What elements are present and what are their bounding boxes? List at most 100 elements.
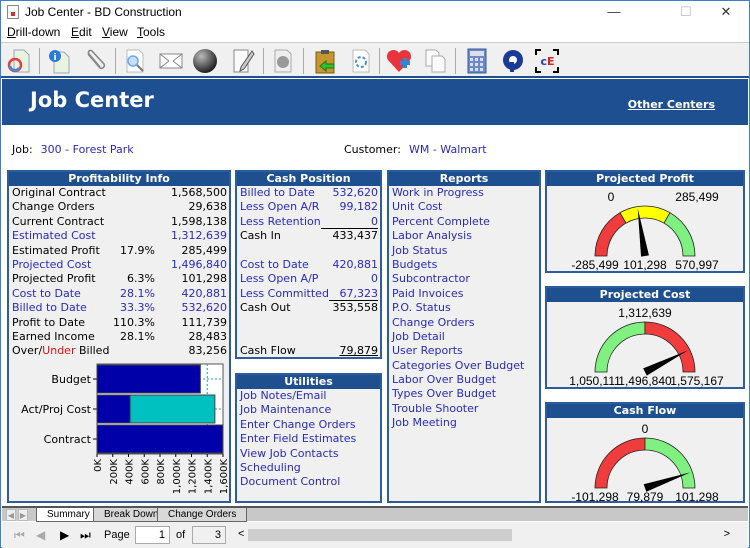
sphere-icon[interactable] <box>191 47 219 75</box>
report-link[interactable]: Labor Over Budget <box>389 373 539 387</box>
utility-link[interactable]: View Job Contacts <box>237 447 380 461</box>
report-link[interactable]: Percent Complete <box>389 215 539 229</box>
tab-summary[interactable]: Summary <box>36 508 101 522</box>
menu-edit[interactable]: Edit <box>71 25 92 39</box>
row-amount: 1,312,639 <box>171 229 227 243</box>
close-button[interactable]: ✕ <box>703 1 749 23</box>
report-link[interactable]: Paid Invoices <box>389 287 539 301</box>
utility-link[interactable]: Enter Field Estimates <box>237 432 380 446</box>
row-amount: 532,620 <box>332 186 379 199</box>
report-link[interactable]: Job Detail <box>389 330 539 344</box>
envelope-icon[interactable] <box>157 47 185 75</box>
menu-tools[interactable]: Tools <box>137 25 165 39</box>
cash-row[interactable]: Less Retention 0 <box>240 215 378 230</box>
row-label: Projected Profit <box>12 272 96 286</box>
cash-row[interactable]: Less Open A/R 99,182 <box>240 200 378 214</box>
row-amount: 420,881 <box>181 286 228 300</box>
scroll-right-arrow[interactable]: > <box>724 528 730 540</box>
toolbar-separator <box>455 48 456 74</box>
tab-scroll-left[interactable]: ◀ <box>6 509 16 521</box>
report-link[interactable]: Subcontractor <box>389 272 539 286</box>
profitability-row: Estimated Profit 17.9% 285,499 <box>12 244 227 258</box>
page-input[interactable]: 1 <box>135 526 170 544</box>
scroll-thumb[interactable] <box>248 529 512 541</box>
row-label: Estimated Cost <box>12 229 96 243</box>
svg-text:E: E <box>547 55 555 68</box>
total-pages: 3 <box>192 526 226 544</box>
profitability-row[interactable]: Billed to Date 33.3% 532,620 <box>12 301 227 315</box>
report-link[interactable]: Types Over Budget <box>389 387 539 401</box>
job-link[interactable]: 300 - Forest Park <box>41 143 134 156</box>
customer-link[interactable]: WM - Walmart <box>409 143 487 156</box>
row-amount: 353,558 <box>332 301 379 315</box>
toolbar-separator <box>263 48 264 74</box>
utility-link[interactable]: Job Notes/Email <box>237 389 380 403</box>
profitability-row: Original Contract 1,568,500 <box>12 186 227 200</box>
report-link[interactable]: Unit Cost <box>389 200 539 214</box>
report-link[interactable]: User Reports <box>389 344 539 358</box>
ce-logo-icon[interactable]: cE <box>533 47 561 75</box>
utility-link[interactable]: Job Maintenance <box>237 403 380 417</box>
first-page-button[interactable]: ⏮ <box>14 528 25 543</box>
cash-row[interactable]: Cost to Date 420,881 <box>240 258 378 272</box>
report-link[interactable]: Job Meeting <box>389 416 539 430</box>
refresh-document-icon[interactable] <box>5 47 33 75</box>
clipboard-import-icon[interactable] <box>311 47 339 75</box>
row-amount: 1,496,840 <box>171 257 227 271</box>
menu-view[interactable]: View <box>102 25 128 39</box>
utility-link[interactable]: Enter Change Orders <box>237 418 380 432</box>
health-add-icon[interactable] <box>385 47 413 75</box>
next-page-button[interactable]: ▶ <box>60 528 69 542</box>
row-amount: 29,638 <box>188 200 228 214</box>
q-logo-icon[interactable] <box>499 47 527 75</box>
app-icon <box>7 5 19 19</box>
edit-document-icon[interactable] <box>229 47 257 75</box>
row-amount: 79,879 <box>339 344 379 358</box>
calculator-icon[interactable] <box>463 47 491 75</box>
report-link[interactable]: Job Status <box>389 244 539 258</box>
prev-page-button[interactable]: ◀ <box>36 528 45 542</box>
horizontal-scrollbar[interactable]: < > <box>234 527 734 543</box>
blank-document-icon[interactable] <box>269 47 297 75</box>
report-link[interactable]: Categories Over Budget <box>389 359 539 373</box>
tab-change-orders[interactable]: Change Orders <box>157 508 248 522</box>
cash-row[interactable]: Less Committed 67,323 <box>240 287 378 302</box>
row-amount <box>312 316 378 330</box>
cash-row[interactable]: Less Open A/P 0 <box>240 272 378 286</box>
profitability-row: Profit to Date 110.3% 111,739 <box>12 316 227 330</box>
info-document-icon[interactable]: i <box>45 47 73 75</box>
utility-link[interactable]: Document Control <box>237 475 380 489</box>
cash-position-title: Cash Position <box>237 172 380 186</box>
search-document-icon[interactable] <box>121 47 149 75</box>
report-link[interactable]: Work in Progress <box>389 186 539 200</box>
scroll-left-arrow[interactable]: < <box>238 528 244 540</box>
row-label: Estimated Profit <box>12 243 100 257</box>
x-tick-label: 0K <box>93 459 104 472</box>
profitability-row[interactable]: Cost to Date 28.1% 420,881 <box>12 287 227 301</box>
report-link[interactable]: Trouble Shooter <box>389 402 539 416</box>
toolbar: i c E <box>1 42 749 78</box>
profitability-row[interactable]: Estimated Cost 1,312,639 <box>12 229 227 243</box>
profitability-title: Profitability Info <box>9 172 229 186</box>
report-link[interactable]: P.O. Status <box>389 301 539 315</box>
report-link[interactable]: Change Orders <box>389 316 539 330</box>
gauge-band <box>594 437 646 489</box>
copy-icon[interactable] <box>421 47 449 75</box>
paperclip-icon[interactable] <box>81 47 109 75</box>
utility-link[interactable]: Scheduling <box>237 461 380 475</box>
report-link[interactable]: Labor Analysis <box>389 229 539 243</box>
row-percent <box>107 258 155 272</box>
gauge-band <box>594 212 627 257</box>
menu-drill-down[interactable]: Drill-down <box>7 25 60 39</box>
app-window: Job Center - BD Construction — ☐ ✕ Drill… <box>0 0 750 548</box>
page-navigator: ⏮ ◀ ▶ ⏭ Page 1 of 3 < > <box>2 522 748 548</box>
profitability-row[interactable]: Projected Cost 1,496,840 <box>12 258 227 272</box>
minimize-button[interactable]: — <box>591 1 637 23</box>
tab-scroll-right[interactable]: ▶ <box>18 509 28 521</box>
report-link[interactable]: Budgets <box>389 258 539 272</box>
gauge-band <box>594 321 646 373</box>
settings-document-icon[interactable] <box>347 47 375 75</box>
cash-row[interactable]: Billed to Date 532,620 <box>240 186 378 200</box>
last-page-button[interactable]: ⏭ <box>80 528 91 543</box>
other-centers-link[interactable]: Other Centers <box>628 98 715 111</box>
